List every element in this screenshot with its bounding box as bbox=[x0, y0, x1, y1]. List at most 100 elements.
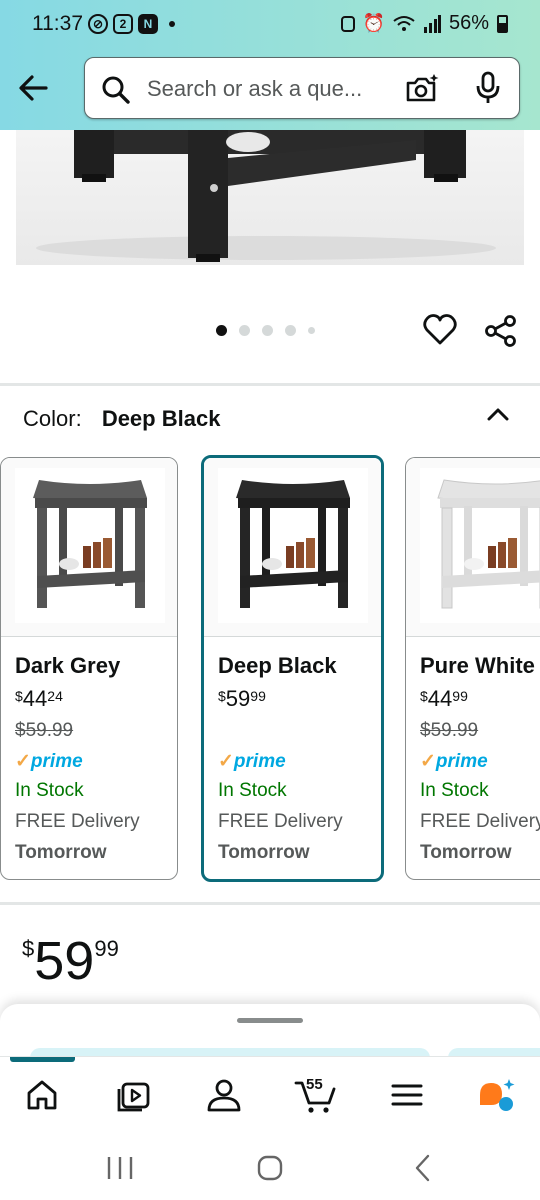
collapse-button[interactable] bbox=[484, 400, 512, 433]
variant-price: $4499 bbox=[420, 686, 468, 712]
price-whole: 59 bbox=[225, 686, 251, 711]
delivery-day: Tomorrow bbox=[420, 842, 512, 863]
variant-image bbox=[406, 458, 540, 637]
arrow-left-icon bbox=[19, 75, 48, 101]
list-price: $59.99 bbox=[420, 720, 479, 741]
prime-check-icon: ✓ bbox=[15, 751, 31, 772]
delivery-text: FREE Delivery bbox=[420, 811, 540, 832]
camera-icon[interactable] bbox=[405, 73, 439, 105]
prime-badge: ✓prime bbox=[218, 750, 286, 773]
chevron-up-icon bbox=[487, 408, 509, 421]
prime-badge: ✓prime bbox=[420, 750, 488, 773]
delivery-text: FREE Delivery bbox=[218, 811, 343, 832]
price-symbol: $ bbox=[22, 936, 35, 961]
color-label: Color: bbox=[23, 406, 82, 431]
variant-price: $4424 bbox=[15, 686, 63, 712]
signal-icon bbox=[423, 14, 441, 33]
cart-count-badge: 55 bbox=[306, 1076, 323, 1093]
prime-label: prime bbox=[30, 751, 83, 772]
price-symbol: $ bbox=[420, 688, 428, 704]
section-divider bbox=[0, 383, 540, 386]
nav-video[interactable] bbox=[114, 1075, 154, 1115]
menu-icon bbox=[391, 1084, 423, 1106]
wifi-icon bbox=[393, 15, 415, 31]
home-circle-icon bbox=[257, 1155, 283, 1181]
account-icon bbox=[207, 1079, 241, 1112]
image-carousel-dots[interactable] bbox=[216, 325, 315, 336]
home-system-button[interactable] bbox=[250, 1148, 290, 1188]
section-divider bbox=[0, 902, 540, 905]
prime-check-icon: ✓ bbox=[218, 751, 234, 772]
app-notification-icon: 2 bbox=[113, 14, 133, 34]
carousel-dot[interactable] bbox=[216, 325, 227, 336]
system-navigation-bar bbox=[0, 1128, 540, 1200]
stock-status: In Stock bbox=[15, 780, 84, 801]
back-button[interactable] bbox=[14, 68, 54, 108]
price-cents: 24 bbox=[47, 688, 63, 704]
recent-apps-button[interactable] bbox=[100, 1148, 140, 1188]
price-whole: 44 bbox=[427, 686, 453, 711]
delivery-text: FREE Delivery bbox=[15, 811, 140, 832]
recent-apps-icon bbox=[107, 1157, 133, 1179]
back-chevron-icon bbox=[415, 1154, 430, 1182]
share-icon bbox=[485, 315, 516, 347]
app-header: Search or ask a que... bbox=[0, 50, 540, 130]
alarm-icon: ⏰ bbox=[362, 13, 385, 33]
bottom-sheet[interactable] bbox=[0, 1004, 540, 1064]
status-bar: 11:37 ⊘ 2 N ⏰ 56% bbox=[0, 0, 540, 50]
variant-image bbox=[1, 458, 177, 637]
active-tab-indicator bbox=[10, 1057, 75, 1062]
price-symbol: $ bbox=[15, 688, 23, 704]
delivery-day: Tomorrow bbox=[218, 842, 310, 863]
price-cents: 99 bbox=[94, 936, 119, 961]
nav-account[interactable] bbox=[204, 1075, 244, 1115]
price-cents: 99 bbox=[452, 688, 468, 704]
status-time: 11:37 bbox=[32, 12, 83, 35]
variant-card-pure-white[interactable]: Pure White $4499 $59.99 ✓prime In Stock … bbox=[405, 457, 540, 880]
prime-check-icon: ✓ bbox=[420, 751, 436, 772]
variant-card-deep-black[interactable]: Deep Black $5999 ✓prime In Stock FREE De… bbox=[201, 455, 384, 882]
video-icon bbox=[117, 1082, 150, 1112]
variant-name: Deep Black bbox=[218, 653, 337, 678]
price-cents: 99 bbox=[250, 688, 266, 704]
wishlist-button[interactable] bbox=[422, 312, 458, 351]
share-button[interactable] bbox=[484, 314, 518, 353]
mute-icon: ⊘ bbox=[88, 14, 108, 34]
color-selector-header[interactable]: Color: Deep Black bbox=[23, 406, 220, 432]
list-price: $59.99 bbox=[15, 720, 74, 741]
back-system-button[interactable] bbox=[403, 1148, 443, 1188]
app-notification-icon: N bbox=[138, 14, 158, 34]
prime-label: prime bbox=[435, 751, 488, 772]
sheet-drag-handle[interactable] bbox=[237, 1018, 303, 1023]
carousel-dot[interactable] bbox=[239, 325, 250, 336]
price-symbol: $ bbox=[218, 688, 226, 704]
carousel-dot[interactable] bbox=[285, 325, 296, 336]
product-image[interactable] bbox=[16, 130, 524, 265]
price-whole: 59 bbox=[34, 931, 95, 991]
search-bar[interactable]: Search or ask a que... bbox=[84, 57, 520, 119]
variant-card-dark-grey[interactable]: Dark Grey $4424 $59.99 ✓prime In Stock F… bbox=[0, 457, 178, 880]
search-input[interactable]: Search or ask a que... bbox=[147, 76, 387, 102]
bench-thumbnail bbox=[218, 468, 368, 623]
lock-icon bbox=[340, 15, 355, 32]
product-price: $5999 bbox=[22, 930, 119, 992]
search-icon bbox=[102, 76, 130, 104]
carousel-dot[interactable] bbox=[262, 325, 273, 336]
microphone-icon[interactable] bbox=[475, 71, 501, 105]
stock-status: In Stock bbox=[218, 780, 287, 801]
home-icon bbox=[27, 1080, 57, 1110]
notification-icons: ⊘ 2 N bbox=[88, 14, 175, 34]
bench-thumbnail bbox=[15, 468, 165, 623]
variant-name: Pure White bbox=[420, 653, 535, 678]
variant-price: $5999 bbox=[218, 686, 266, 712]
variant-image bbox=[204, 458, 381, 637]
prime-badge: ✓prime bbox=[15, 750, 83, 773]
nav-rufus-assistant[interactable] bbox=[476, 1075, 516, 1115]
nav-home[interactable] bbox=[22, 1075, 62, 1115]
selected-color: Deep Black bbox=[101, 406, 221, 431]
battery-icon bbox=[497, 14, 508, 33]
carousel-dot[interactable] bbox=[308, 327, 315, 334]
nav-menu[interactable] bbox=[387, 1075, 427, 1115]
price-whole: 44 bbox=[22, 686, 48, 711]
prime-label: prime bbox=[233, 751, 286, 772]
